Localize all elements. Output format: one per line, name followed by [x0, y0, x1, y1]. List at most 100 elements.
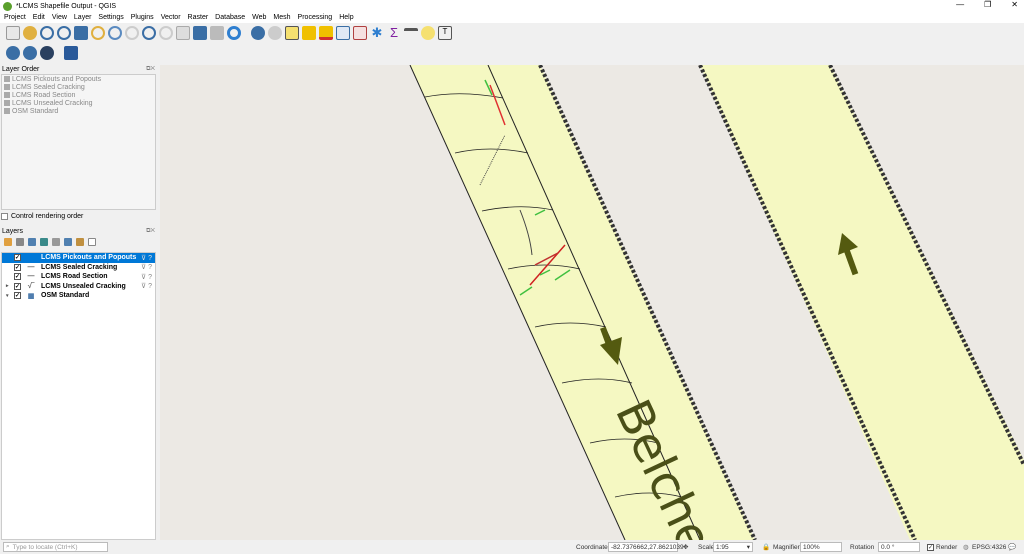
- pan-icon[interactable]: [6, 26, 20, 40]
- menu-view[interactable]: View: [52, 14, 67, 21]
- toggle-extents-icon[interactable]: ✥: [683, 543, 688, 551]
- field-calculator-icon[interactable]: [353, 26, 367, 40]
- add-wcs-layer-icon[interactable]: [40, 46, 54, 60]
- magnifier-spinbox[interactable]: 100%: [800, 542, 842, 552]
- run-action-icon[interactable]: [268, 26, 282, 40]
- panel-float-close-icons[interactable]: ⧉✕: [146, 228, 155, 235]
- filter-help-icons[interactable]: ⊽ ?: [141, 254, 152, 262]
- deselect-icon[interactable]: [319, 26, 333, 40]
- crs-button[interactable]: EPSG:4326: [972, 544, 1006, 551]
- title-bar: *LCMS Shapefile Output - QGIS — ❐ ✕: [0, 0, 1024, 12]
- layer-name: LCMS Road Section: [41, 273, 108, 281]
- show-bookmarks-icon[interactable]: [210, 26, 224, 40]
- filter-legend-icon[interactable]: [40, 238, 48, 246]
- menu-database[interactable]: Database: [215, 14, 245, 21]
- layer-visibility-checkbox[interactable]: ✓: [14, 273, 21, 281]
- panel-float-close-icons[interactable]: ⧉✕: [146, 66, 155, 73]
- layer-visibility-checkbox[interactable]: ✓: [14, 282, 21, 290]
- messages-icon[interactable]: 💬: [1008, 543, 1016, 551]
- line-symbol-icon: —: [27, 273, 35, 281]
- filter-help-icons[interactable]: ⊽ ?: [141, 282, 152, 290]
- layer-item-sealed-cracking[interactable]: ✓ — LCMS Sealed Cracking ⊽ ?: [2, 263, 155, 273]
- add-wms-layer-icon[interactable]: [6, 46, 20, 60]
- zoom-to-layer-icon[interactable]: [108, 26, 122, 40]
- layer-name: OSM Standard: [41, 292, 90, 300]
- statistics-sigma-icon[interactable]: Σ: [387, 26, 401, 40]
- pan-to-selection-icon[interactable]: [23, 26, 37, 40]
- measure-icon[interactable]: [404, 28, 418, 42]
- menu-raster[interactable]: Raster: [188, 14, 209, 21]
- processing-toolbox-icon[interactable]: ✱: [370, 26, 384, 40]
- layer-order-item[interactable]: LCMS Pickouts and Popouts: [2, 75, 155, 83]
- new-map-view-icon[interactable]: [176, 26, 190, 40]
- collapse-all-icon[interactable]: [76, 238, 84, 246]
- add-wfs-layer-icon[interactable]: [23, 46, 37, 60]
- menu-vector[interactable]: Vector: [161, 14, 181, 21]
- rotation-spinbox[interactable]: 0.0 °: [878, 542, 920, 552]
- layer-order-item[interactable]: LCMS Sealed Cracking: [2, 83, 155, 91]
- expand-arrow-icon[interactable]: ▸: [6, 283, 11, 289]
- render-label: Render: [936, 543, 958, 551]
- qgis-logo-icon: [3, 1, 12, 11]
- layer-item-unsealed-cracking[interactable]: ▸ ✓ √‾ LCMS Unsealed Cracking ⊽ ?: [2, 282, 155, 292]
- lock-scale-icon[interactable]: 🔒: [762, 543, 770, 551]
- map-tips-icon[interactable]: [421, 26, 435, 40]
- expand-all-icon[interactable]: [64, 238, 72, 246]
- filter-help-icons[interactable]: ⊽ ?: [141, 273, 152, 281]
- filter-by-expression-icon[interactable]: [52, 238, 60, 246]
- menu-edit[interactable]: Edit: [33, 14, 45, 21]
- render-checkbox[interactable]: ✓: [927, 543, 934, 551]
- zoom-native-icon[interactable]: [125, 26, 139, 40]
- menu-mesh[interactable]: Mesh: [273, 14, 290, 21]
- attribute-table-icon[interactable]: [336, 26, 350, 40]
- select-by-value-icon[interactable]: [302, 26, 316, 40]
- style-layer-icon[interactable]: [4, 238, 12, 246]
- add-group-icon[interactable]: [16, 238, 24, 246]
- window-title: *LCMS Shapefile Output - QGIS: [16, 2, 116, 10]
- manage-map-themes-icon[interactable]: [28, 238, 36, 246]
- scale-combobox[interactable]: 1:95 ▾: [713, 542, 753, 552]
- maximize-button[interactable]: ❐: [984, 0, 991, 9]
- coordinate-input[interactable]: -82.7376662,27.8621039: [608, 542, 684, 552]
- layer-order-item[interactable]: LCMS Road Section: [2, 91, 155, 99]
- menu-project[interactable]: Project: [4, 14, 26, 21]
- zoom-next-icon[interactable]: [159, 26, 173, 40]
- metasearch-icon[interactable]: [64, 46, 78, 60]
- filter-help-icons[interactable]: ⊽ ?: [141, 263, 152, 271]
- menu-settings[interactable]: Settings: [98, 14, 123, 21]
- new-bookmark-icon[interactable]: [193, 26, 207, 40]
- layer-order-item[interactable]: LCMS Unsealed Cracking: [2, 99, 155, 107]
- layer-item-osm-standard[interactable]: ▾ ✓ ▦ OSM Standard: [2, 291, 155, 301]
- menu-layer[interactable]: Layer: [74, 14, 92, 21]
- select-features-icon[interactable]: [285, 26, 299, 40]
- zoom-full-icon[interactable]: [74, 26, 88, 40]
- layer-order-list[interactable]: LCMS Pickouts and Popouts LCMS Sealed Cr…: [1, 74, 156, 210]
- identify-icon[interactable]: [251, 26, 265, 40]
- zoom-to-selection-icon[interactable]: [91, 26, 105, 40]
- minimize-button[interactable]: —: [956, 0, 964, 9]
- locator-search-input[interactable]: ⌕ Type to locate (Ctrl+K): [3, 542, 108, 552]
- layers-tree[interactable]: ✓ LCMS Pickouts and Popouts ⊽ ? ✓ — LCMS Sea…: [1, 252, 156, 540]
- menu-plugins[interactable]: Plugins: [131, 14, 154, 21]
- menu-help[interactable]: Help: [339, 14, 353, 21]
- layer-order-item[interactable]: OSM Standard: [2, 107, 155, 115]
- remove-layer-icon[interactable]: [88, 238, 96, 246]
- layer-item-pickouts[interactable]: ✓ LCMS Pickouts and Popouts ⊽ ?: [2, 253, 155, 263]
- map-canvas[interactable]: Belche: [160, 65, 1024, 540]
- layer-visibility-checkbox[interactable]: ✓: [14, 263, 21, 271]
- magnifier-label: Magnifier: [773, 543, 800, 551]
- refresh-icon[interactable]: [227, 26, 241, 40]
- layer-visibility-checkbox[interactable]: ✓: [14, 254, 21, 262]
- zoom-last-icon[interactable]: [142, 26, 156, 40]
- zoom-in-icon[interactable]: [40, 26, 54, 40]
- layer-item-road-section[interactable]: ✓ — LCMS Road Section ⊽ ?: [2, 272, 155, 282]
- control-rendering-order-checkbox[interactable]: Control rendering order: [1, 213, 83, 220]
- close-button[interactable]: ✕: [1011, 0, 1018, 9]
- menu-processing[interactable]: Processing: [298, 14, 333, 21]
- collapse-arrow-icon[interactable]: ▾: [6, 293, 11, 299]
- crs-globe-icon[interactable]: ◍: [963, 543, 969, 551]
- text-annotation-icon[interactable]: T: [438, 26, 452, 40]
- zoom-out-icon[interactable]: [57, 26, 71, 40]
- layer-visibility-checkbox[interactable]: ✓: [14, 292, 21, 300]
- menu-web[interactable]: Web: [252, 14, 266, 21]
